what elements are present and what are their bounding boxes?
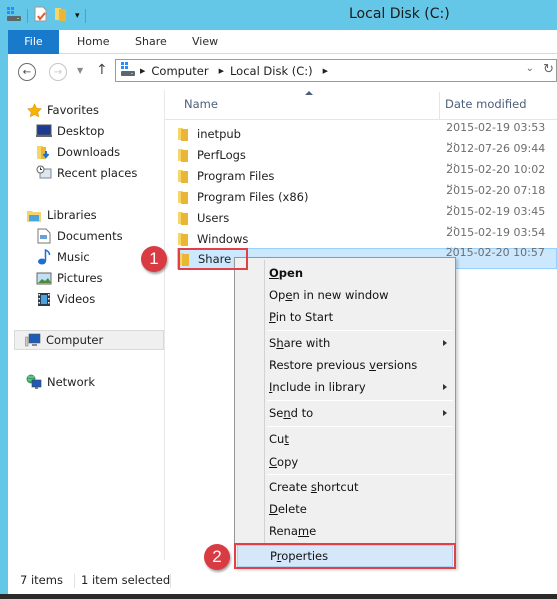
- menu-item-open-in-new-window[interactable]: Open in new window: [269, 284, 453, 306]
- context-menu: Open Open in new window Pin to Start Sha…: [234, 257, 456, 568]
- quick-access-toolbar: ▾: [6, 6, 86, 25]
- menu-item-restore-previous-versions[interactable]: Restore previous versions: [269, 354, 453, 376]
- column-header-name[interactable]: Name: [184, 92, 218, 116]
- menu-item-pin-to-start[interactable]: Pin to Start: [269, 306, 453, 328]
- pictures-icon: [36, 270, 52, 286]
- computer-icon: [25, 332, 41, 348]
- tab-home[interactable]: Home: [77, 30, 109, 54]
- column-header-date-modified[interactable]: Date modified: [445, 92, 527, 116]
- libraries-icon: [26, 207, 42, 223]
- sidebar-group-favorites[interactable]: Favorites: [26, 100, 99, 120]
- recent-locations-button[interactable]: ▼: [77, 66, 83, 75]
- selection-count: 1 item selected: [81, 573, 171, 587]
- back-button[interactable]: ←: [18, 63, 36, 81]
- menu-item-open[interactable]: Open: [269, 262, 453, 284]
- breadcrumb-separator-icon[interactable]: ▶: [323, 67, 328, 75]
- menu-item-share-with[interactable]: Share with: [269, 332, 453, 354]
- breadcrumb-separator-icon[interactable]: ▶: [219, 67, 224, 75]
- ribbon-tabs: File Home Share View: [8, 30, 557, 54]
- highlight-box-share: [178, 248, 248, 270]
- column-divider[interactable]: [439, 92, 440, 119]
- refresh-icon[interactable]: ↻: [543, 62, 554, 77]
- tab-share[interactable]: Share: [135, 30, 167, 54]
- sidebar-item-music[interactable]: Music: [36, 247, 90, 267]
- network-icon: [26, 374, 42, 390]
- sidebar-item-documents[interactable]: Documents: [36, 226, 123, 246]
- sidebar-item-videos[interactable]: Videos: [36, 289, 95, 309]
- menu-separator: [267, 426, 453, 427]
- title-bar: ▾ Local Disk (C:): [0, 0, 557, 30]
- desktop-icon: [36, 123, 52, 139]
- sort-ascending-icon: [305, 91, 313, 95]
- step-badge-2: 2: [204, 544, 230, 570]
- sidebar-item-computer[interactable]: Computer: [14, 330, 164, 350]
- qat-separator: [27, 8, 28, 23]
- submenu-arrow-icon: [443, 384, 447, 390]
- sidebar-group-libraries[interactable]: Libraries: [26, 205, 97, 225]
- menu-item-create-shortcut[interactable]: Create shortcut: [269, 476, 453, 498]
- forward-arrow-icon: →: [53, 66, 63, 78]
- step-badge-1: 1: [141, 246, 167, 272]
- back-arrow-icon: ←: [22, 66, 32, 78]
- sidebar-item-network[interactable]: Network: [26, 372, 95, 392]
- breadcrumb-local-disk[interactable]: Local Disk (C:): [230, 64, 313, 78]
- tab-view[interactable]: View: [192, 30, 218, 54]
- navigation-pane: Favorites Desktop Downloads Recent place…: [8, 90, 165, 560]
- chevron-down-icon: ▼: [77, 66, 84, 75]
- window-title: Local Disk (C:): [349, 6, 450, 22]
- up-button[interactable]: ↑: [96, 62, 108, 78]
- customize-dropdown-icon[interactable]: ▾: [75, 11, 80, 21]
- recent-places-icon: [36, 165, 52, 181]
- menu-item-cut[interactable]: Cut: [269, 428, 453, 450]
- menu-separator: [267, 474, 453, 475]
- star-icon: [26, 102, 42, 118]
- downloads-icon: [36, 144, 52, 160]
- drive-icon: [120, 61, 136, 80]
- folder-icon: [177, 148, 191, 162]
- menu-separator: [267, 330, 453, 331]
- folder-icon: [177, 211, 191, 225]
- folder-icon: [177, 190, 191, 204]
- sidebar-item-recent-places[interactable]: Recent places: [36, 163, 137, 183]
- breadcrumb-separator-icon[interactable]: ▶: [140, 67, 145, 75]
- menu-item-send-to[interactable]: Send to: [269, 402, 453, 424]
- drive-icon[interactable]: [6, 6, 22, 25]
- breadcrumb-computer[interactable]: Computer: [151, 64, 208, 78]
- menu-separator: [267, 400, 453, 401]
- menu-item-include-in-library[interactable]: Include in library: [269, 376, 453, 398]
- highlight-box-properties: [234, 543, 456, 569]
- videos-icon: [36, 291, 52, 307]
- sidebar-item-desktop[interactable]: Desktop: [36, 121, 104, 141]
- address-dropdown-icon[interactable]: ⌄: [526, 63, 534, 74]
- documents-icon: [36, 228, 52, 244]
- status-divider: [74, 574, 75, 588]
- forward-button[interactable]: →: [49, 63, 67, 81]
- qat-separator: [84, 8, 86, 23]
- menu-gutter: [264, 260, 265, 565]
- folder-icon: [177, 232, 191, 246]
- submenu-arrow-icon: [443, 340, 447, 346]
- item-count: 7 items: [20, 573, 63, 587]
- submenu-arrow-icon: [443, 410, 447, 416]
- taskbar-edge: [0, 594, 557, 599]
- new-folder-icon[interactable]: [54, 6, 70, 25]
- menu-item-copy[interactable]: Copy: [269, 451, 453, 473]
- up-arrow-icon: ↑: [96, 62, 108, 78]
- properties-icon[interactable]: [33, 6, 49, 25]
- sidebar-item-downloads[interactable]: Downloads: [36, 142, 120, 162]
- folder-icon: [177, 127, 191, 141]
- navigation-bar: ← → ▼ ↑ ▶ Computer ▶ Local Disk (C:) ▶ ⌄…: [8, 54, 557, 90]
- status-divider: [170, 574, 171, 588]
- menu-item-rename[interactable]: Rename: [269, 520, 453, 542]
- menu-item-delete[interactable]: Delete: [269, 498, 453, 520]
- tab-file[interactable]: File: [8, 30, 59, 54]
- music-icon: [36, 249, 52, 265]
- address-bar[interactable]: ▶ Computer ▶ Local Disk (C:) ▶ ⌄ ↻: [115, 59, 557, 82]
- folder-icon: [177, 169, 191, 183]
- status-bar: 7 items 1 item selected: [8, 569, 557, 594]
- sidebar-item-pictures[interactable]: Pictures: [36, 268, 103, 288]
